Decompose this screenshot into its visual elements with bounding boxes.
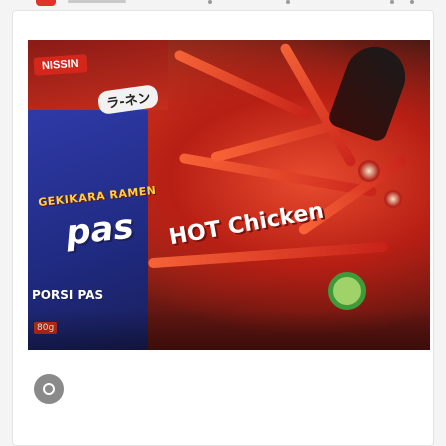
image-shadow: [28, 310, 430, 350]
top-dot: [208, 0, 212, 4]
top-dot: [286, 0, 290, 4]
product-image[interactable]: NISSIN ラ-ネン GEKIKARA RAMEN pas HOT Chick…: [28, 40, 430, 350]
page: NISSIN ラ-ネン GEKIKARA RAMEN pas HOT Chick…: [0, 0, 446, 446]
top-badge: [36, 0, 56, 6]
top-dot: [390, 0, 394, 4]
top-text-stub: [68, 0, 126, 3]
circle-outline-icon: [43, 383, 55, 395]
pepper-slice: [384, 190, 402, 208]
big-word: pas: [64, 206, 136, 254]
green-onion-slice: [328, 272, 366, 310]
top-dot: [410, 0, 414, 4]
circle-button[interactable]: [34, 374, 64, 404]
brand-badge: NISSIN: [33, 54, 88, 76]
pepper-slice: [358, 160, 380, 182]
portion-label: PORSI PAS: [32, 288, 104, 302]
